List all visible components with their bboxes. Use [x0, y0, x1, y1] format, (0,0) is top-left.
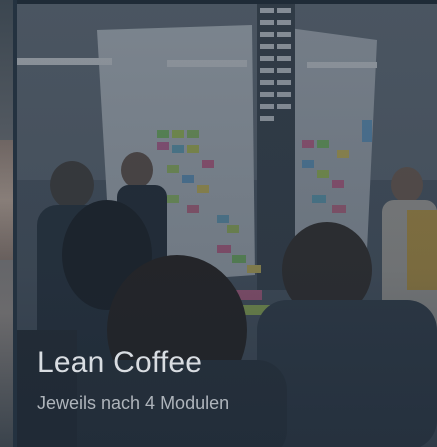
- card-top-border: [17, 0, 437, 4]
- card-title[interactable]: Lean Coffee: [37, 343, 417, 383]
- carousel: Lean Coffee Jeweils nach 4 Modulen: [0, 0, 437, 447]
- card-caption: Lean Coffee Jeweils nach 4 Modulen: [37, 343, 417, 415]
- previous-card-photo: [0, 140, 13, 260]
- previous-card-edge[interactable]: [0, 0, 13, 447]
- event-card[interactable]: Lean Coffee Jeweils nach 4 Modulen: [17, 0, 437, 447]
- card-subtitle: Jeweils nach 4 Modulen: [37, 393, 230, 413]
